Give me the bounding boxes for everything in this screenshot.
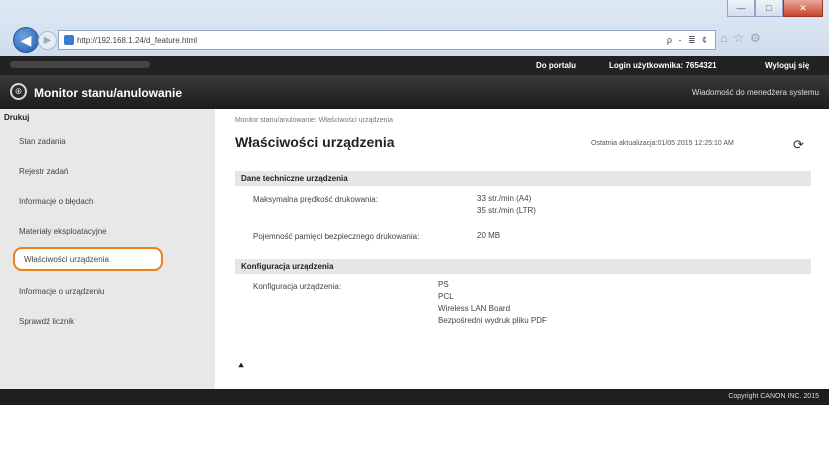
last-update-text: Ostatnia aktualizacja:01/05 2015 12:25:1… — [591, 140, 734, 147]
config-wireless-lan: Wireless LAN Board — [438, 304, 511, 313]
device-configuration-values: PS PCL Wireless LAN Board Bezpośredni wy… — [438, 279, 547, 327]
logout-link[interactable]: Wyloguj się — [765, 61, 809, 70]
config-pcl: PCL — [438, 292, 454, 301]
admin-message-link[interactable]: Wiadomość do menedżera systemu — [692, 88, 819, 97]
minimize-button[interactable]: — — [727, 0, 755, 17]
url-text: http://192.168.1.24/d_feature.html — [77, 35, 198, 45]
close-button[interactable]: ✕ — [783, 0, 823, 17]
sidebar-heading: Drukuj — [4, 113, 30, 122]
page-icon — [64, 35, 74, 45]
max-print-speed-label: Maksymalna prędkość drukowania: — [253, 195, 378, 204]
copyright-text: Copyright CANON INC. 2015 — [728, 393, 819, 400]
max-print-speed-value: 33 str./min (A4) 35 str./min (LTR) — [477, 193, 536, 217]
login-info: Login użytkownika: 7654321 — [609, 61, 717, 70]
address-bar[interactable]: http://192.168.1.24/d_feature.html ρ - ≣… — [58, 30, 716, 50]
main-content: Monitor stanu/anulowanie: Właściwości ur… — [215, 109, 829, 389]
sidebar-item-device-info[interactable]: Informacje o urządzeniu — [10, 279, 170, 303]
sidebar-item-device-features[interactable]: Właściwości urządzenia — [13, 247, 163, 271]
brand-bar: ⊕ Monitor stanu/anulowanie Wiadomość do … — [0, 75, 829, 109]
secure-print-memory-size: 20 MB — [477, 231, 501, 240]
breadcrumb: Monitor stanu/anulowanie: Właściwości ur… — [235, 117, 393, 124]
browser-chrome: — □ ✕ ◀ ▶ http://192.168.1.24/d_feature.… — [0, 0, 829, 56]
login-label: Login użytkownika: — [609, 61, 684, 70]
secure-print-memory-value: 20 MB — [477, 230, 500, 242]
back-button[interactable]: ◀ — [13, 27, 39, 53]
back-to-top-icon[interactable]: ⯅ — [237, 361, 245, 372]
section-heading-configuration: Konfiguracja urządzenia — [235, 259, 811, 274]
obscured-text — [10, 61, 150, 68]
star-icon[interactable]: ☆ — [733, 31, 744, 45]
config-direct-pdf: Bezpośredni wydruk pliku PDF — [438, 316, 547, 325]
secure-print-memory-label: Pojemność pamięci bezpiecznego drukowani… — [253, 232, 420, 241]
sidebar-item-error-info[interactable]: Informacje o błędach — [10, 189, 170, 213]
maximize-button[interactable]: □ — [755, 0, 783, 17]
config-ps: PS — [438, 280, 449, 289]
browser-toolbar-icons: ⌂ ☆ ⚙ — [720, 31, 761, 45]
window-controls: — □ ✕ — [727, 0, 823, 17]
app-title: Monitor stanu/anulowanie — [34, 86, 183, 100]
arrow-right-icon: ▶ — [43, 35, 52, 46]
top-bar: Do portalu Login użytkownika: 7654321 Wy… — [0, 56, 829, 75]
gear-icon[interactable]: ⚙ — [750, 31, 761, 45]
arrow-left-icon: ◀ — [20, 31, 32, 48]
sidebar-item-check-counter[interactable]: Sprawdź licznik — [10, 309, 170, 333]
device-configuration-label: Konfiguracja urządzenia: — [253, 282, 342, 291]
page-title: Właściwości urządzenia — [235, 134, 395, 150]
print-speed-ltr: 35 str./min (LTR) — [477, 206, 536, 215]
sidebar-item-consumables[interactable]: Materiały eksploatacyjne — [10, 219, 170, 243]
footer: Copyright CANON INC. 2015 — [0, 389, 829, 405]
sidebar-item-job-log[interactable]: Rejestr zadań — [10, 159, 170, 183]
address-bar-tools[interactable]: ρ - ≣ ¢ — [667, 35, 709, 46]
print-speed-a4: 33 str./min (A4) — [477, 194, 532, 203]
login-value: 7654321 — [685, 61, 717, 70]
forward-button[interactable]: ▶ — [38, 31, 57, 50]
sidebar-item-job-status[interactable]: Stan zadania — [10, 129, 170, 153]
home-icon[interactable]: ⌂ — [720, 31, 727, 45]
sidebar: Drukuj Stan zadania Rejestr zadań Inform… — [0, 109, 215, 389]
section-heading-specs: Dane techniczne urządzenia — [235, 171, 811, 186]
portal-link[interactable]: Do portalu — [536, 61, 576, 70]
remote-ui-logo-icon: ⊕ — [10, 83, 27, 100]
refresh-icon[interactable]: ⟳ — [793, 137, 804, 153]
